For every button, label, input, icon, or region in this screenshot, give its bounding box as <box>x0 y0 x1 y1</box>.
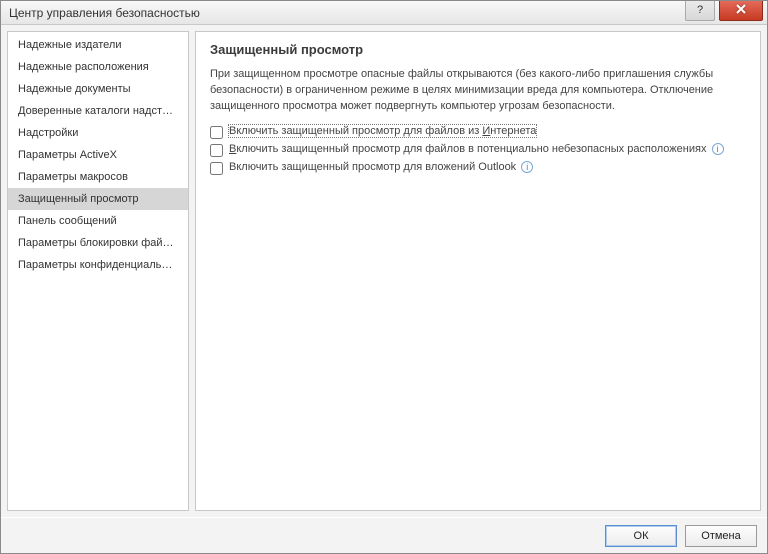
option-label: Включить защищенный просмотр для файлов … <box>229 125 536 137</box>
info-icon[interactable]: i <box>521 161 533 173</box>
content-pane: Защищенный просмотр При защищенном просм… <box>195 31 761 511</box>
window-title: Центр управления безопасностью <box>9 6 685 20</box>
sidebar-item-trusted-locations[interactable]: Надежные расположения <box>8 56 188 78</box>
checkbox-outlook-attachments[interactable] <box>210 162 223 175</box>
ok-button[interactable]: ОК <box>605 525 677 547</box>
option-internet-files[interactable]: Включить защищенный просмотр для файлов … <box>210 123 746 141</box>
close-button[interactable] <box>719 1 763 21</box>
cancel-button[interactable]: Отмена <box>685 525 757 547</box>
checkbox-internet-files[interactable] <box>210 126 223 139</box>
sidebar-item-protected-view[interactable]: Защищенный просмотр <box>8 188 188 210</box>
sidebar-item-activex[interactable]: Параметры ActiveX <box>8 144 188 166</box>
sidebar-item-macros[interactable]: Параметры макросов <box>8 166 188 188</box>
option-label: Включить защищенный просмотр для файлов … <box>229 143 724 155</box>
sidebar-item-privacy[interactable]: Параметры конфиденциальности <box>8 254 188 276</box>
checkbox-unsafe-locations[interactable] <box>210 144 223 157</box>
sidebar-item-trusted-addin-catalogs[interactable]: Доверенные каталоги надстроек <box>8 100 188 122</box>
info-icon[interactable]: i <box>712 143 724 155</box>
dialog-window: Центр управления безопасностью ? Надежны… <box>0 0 768 554</box>
help-button[interactable]: ? <box>685 1 715 21</box>
sidebar: Надежные издатели Надежные расположения … <box>7 31 189 511</box>
sidebar-item-file-block[interactable]: Параметры блокировки файлов <box>8 232 188 254</box>
dialog-body: Надежные издатели Надежные расположения … <box>1 25 767 517</box>
titlebar: Центр управления безопасностью ? <box>1 1 767 25</box>
content-description: При защищенном просмотре опасные файлы о… <box>210 67 746 115</box>
sidebar-item-trusted-publishers[interactable]: Надежные издатели <box>8 34 188 56</box>
close-icon <box>735 4 747 17</box>
sidebar-item-message-bar[interactable]: Панель сообщений <box>8 210 188 232</box>
sidebar-item-trusted-documents[interactable]: Надежные документы <box>8 78 188 100</box>
help-icon: ? <box>697 4 703 16</box>
content-heading: Защищенный просмотр <box>210 42 746 57</box>
option-unsafe-locations[interactable]: Включить защищенный просмотр для файлов … <box>210 141 746 159</box>
option-outlook-attachments[interactable]: Включить защищенный просмотр для вложени… <box>210 159 746 177</box>
option-label: Включить защищенный просмотр для вложени… <box>229 161 533 173</box>
sidebar-item-addins[interactable]: Надстройки <box>8 122 188 144</box>
dialog-footer: ОК Отмена <box>1 517 767 553</box>
